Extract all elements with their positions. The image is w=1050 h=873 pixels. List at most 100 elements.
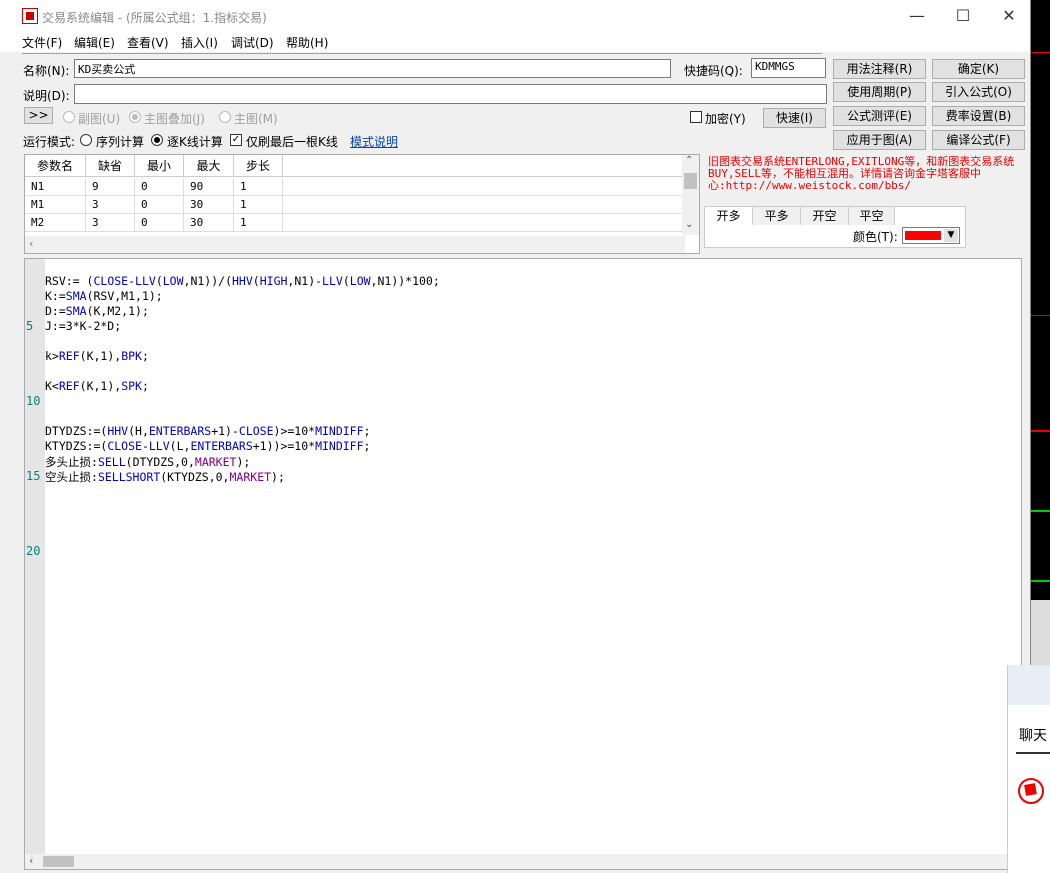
line-number: 10 <box>26 394 41 408</box>
color-select[interactable]: ▼ <box>902 227 960 244</box>
table-header[interactable]: 缺省 <box>86 155 135 177</box>
line-number: 15 <box>26 469 41 483</box>
expand-button[interactable]: >> <box>24 107 53 124</box>
table-cell[interactable]: 0 <box>135 214 184 232</box>
table-vertical-scrollbar[interactable]: ⌃ ⌄ <box>682 155 699 235</box>
description-label: 说明(D): <box>23 89 70 103</box>
color-label: 颜色(T): <box>853 230 898 244</box>
scroll-down-icon[interactable]: ⌄ <box>685 219 693 230</box>
menu-help[interactable]: 帮助(H) <box>286 34 328 51</box>
use-period-button[interactable]: 使用周期(P) <box>833 82 926 102</box>
code-editor[interactable]: 5 10 15 20 RSV:= (CLOSE-LLV(LOW,N1))/(HH… <box>24 258 1022 870</box>
mode-help-link[interactable]: 模式说明 <box>350 133 398 150</box>
code-line[interactable]: DTYDZS:=(HHV(H,ENTERBARS+1)-CLOSE)>=10*M… <box>45 424 370 438</box>
table-cell[interactable]: 30 <box>184 196 234 214</box>
code-line[interactable]: 空头止损:SELLSHORT(KTYDZS,0,MARKET); <box>45 469 285 485</box>
compile-formula-button[interactable]: 编译公式(F) <box>932 130 1025 150</box>
table-cell-empty <box>283 196 683 214</box>
usage-notes-button[interactable]: 用法注释(R) <box>833 59 926 79</box>
line-number: 5 <box>26 319 34 333</box>
subchart-label: 副图(U) <box>78 112 121 126</box>
table-cell[interactable]: 3 <box>86 214 135 232</box>
table-cell[interactable]: 0 <box>135 178 184 196</box>
name-input[interactable]: KD买卖公式 <box>74 59 671 78</box>
code-line[interactable]: K:=SMA(RSV,M1,1); <box>45 289 163 303</box>
kline-calc-radio[interactable] <box>151 134 163 146</box>
main-overlay-label: 主图叠加(J) <box>144 112 205 126</box>
close-button[interactable]: ✕ <box>986 0 1032 32</box>
tab-close-short[interactable]: 平空 <box>849 207 895 225</box>
table-header[interactable]: 参数名 <box>25 155 86 177</box>
menu-view[interactable]: 查看(V) <box>127 34 169 51</box>
app-logo-icon[interactable] <box>1018 778 1044 804</box>
sequence-calc-label: 序列计算 <box>96 135 145 149</box>
encrypt-checkbox[interactable] <box>690 111 702 123</box>
scroll-up-icon[interactable]: ⌃ <box>685 155 693 166</box>
scroll-thumb[interactable] <box>684 173 697 189</box>
table-cell[interactable]: M1 <box>25 196 86 214</box>
scroll-left-icon[interactable]: ‹ <box>29 854 33 867</box>
fee-settings-button[interactable]: 费率设置(B) <box>932 106 1025 126</box>
quick-button[interactable]: 快速(I) <box>763 108 826 128</box>
code-line[interactable]: KTYDZS:=(CLOSE-LLV(L,ENTERBARS+1))>=10*M… <box>45 439 370 453</box>
subchart-radio[interactable] <box>63 111 75 123</box>
menu-edit[interactable]: 编辑(E) <box>74 34 115 51</box>
shortcut-label: 快捷码(Q): <box>684 64 743 78</box>
app-icon <box>22 8 38 24</box>
table-cell[interactable]: 90 <box>184 178 234 196</box>
apply-to-chart-button[interactable]: 应用于图(A) <box>833 130 926 150</box>
table-cell[interactable]: M2 <box>25 214 86 232</box>
code-line[interactable]: 多头止损:SELL(DTYDZS,0,MARKET); <box>45 454 250 470</box>
table-cell[interactable]: 1 <box>234 178 283 196</box>
code-line[interactable]: RSV:= (CLOSE-LLV(LOW,N1))/(HHV(HIGH,N1)-… <box>45 274 440 288</box>
code-line[interactable]: k>REF(K,1),BPK; <box>45 349 149 363</box>
table-cell[interactable]: 0 <box>135 196 184 214</box>
scroll-left-icon[interactable]: ‹ <box>29 237 33 250</box>
maximize-button[interactable]: ☐ <box>940 0 986 32</box>
table-cell[interactable]: 1 <box>234 214 283 232</box>
shortcut-input[interactable]: KDMMGS <box>751 58 826 78</box>
kline-calc-label: 逐K线计算 <box>167 135 223 149</box>
main-chart-radio[interactable] <box>219 111 231 123</box>
encrypt-label: 加密(Y) <box>705 112 746 126</box>
table-cell[interactable]: 9 <box>86 178 135 196</box>
sequence-calc-radio[interactable] <box>80 134 92 146</box>
line-number: 20 <box>26 544 41 558</box>
table-header[interactable]: 最大 <box>184 155 234 177</box>
table-cell[interactable]: 30 <box>184 214 234 232</box>
confirm-button[interactable]: 确定(K) <box>932 59 1025 79</box>
name-label: 名称(N): <box>23 64 70 78</box>
menu-separator <box>22 53 822 54</box>
table-header[interactable]: 步长 <box>234 155 283 177</box>
table-cell[interactable]: 3 <box>86 196 135 214</box>
dropdown-arrow-icon[interactable]: ▼ <box>944 229 958 242</box>
table-cell[interactable]: 1 <box>234 196 283 214</box>
table-header[interactable]: 最小 <box>135 155 184 177</box>
table-cell[interactable]: N1 <box>25 178 86 196</box>
tab-open-long[interactable]: 开多 <box>705 207 753 225</box>
code-line[interactable]: K<REF(K,1),SPK; <box>45 379 149 393</box>
code-line[interactable]: J:=3*K-2*D; <box>45 319 121 333</box>
logo-mark <box>1024 783 1037 796</box>
tab-close-long[interactable]: 平多 <box>753 207 801 225</box>
import-formula-button[interactable]: 引入公式(O) <box>932 82 1025 102</box>
menu-debug[interactable]: 调试(D) <box>231 34 274 51</box>
minimize-button[interactable]: — <box>894 0 940 32</box>
editor-horizontal-scrollbar[interactable]: ‹ <box>25 854 1021 869</box>
menu-insert[interactable]: 插入(I) <box>181 34 218 51</box>
params-table: 参数名 缺省 最小 最大 步长 N1 9 0 90 1 M1 3 0 30 1 … <box>24 154 700 254</box>
window-title: 交易系统编辑 - (所属公式组：1.指标交易) <box>42 11 267 25</box>
scroll-thumb[interactable] <box>43 856 74 867</box>
code-line[interactable]: D:=SMA(K,M2,1); <box>45 304 149 318</box>
main-overlay-radio[interactable] <box>129 111 141 123</box>
refresh-last-label: 仅刷最后一根K线 <box>246 135 338 149</box>
tab-open-short[interactable]: 开空 <box>801 207 849 225</box>
description-input[interactable] <box>74 84 827 104</box>
refresh-last-checkbox[interactable]: ✓ <box>230 134 242 146</box>
formula-test-button[interactable]: 公式测评(E) <box>833 106 926 126</box>
chat-label[interactable]: 聊天 <box>1019 725 1047 745</box>
menu-file[interactable]: 文件(F) <box>22 34 62 51</box>
compatibility-note: 旧图表交易系统ENTERLONG,EXITLONG等，和新图表交易系统BUY,S… <box>708 155 1015 192</box>
table-horizontal-scrollbar[interactable]: ‹ <box>25 236 685 253</box>
formula-editor-window: 交易系统编辑 - (所属公式组：1.指标交易) — ☐ ✕ 文件(F) 编辑(E… <box>0 0 1031 873</box>
